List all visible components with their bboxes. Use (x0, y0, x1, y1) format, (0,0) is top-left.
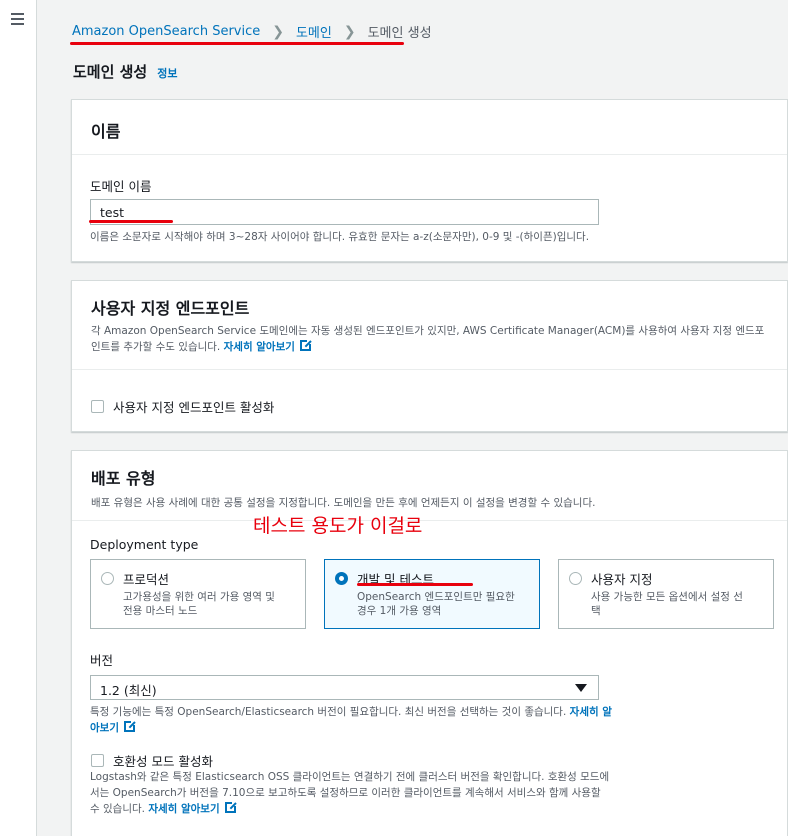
tile-dev-test[interactable]: 개발 및 테스트 OpenSearch 엔드포인트만 필요한 경우 1개 가용 … (324, 559, 540, 629)
chevron-right-icon: ❯ (343, 23, 356, 40)
external-link-icon (224, 801, 237, 813)
custom-endpoint-desc: 각 Amazon OpenSearch Service 도메인에는 자동 생성된… (91, 323, 768, 355)
breadcrumb-domains[interactable]: 도메인 (296, 22, 332, 41)
compat-mode-label: 호환성 모드 활성화 (113, 754, 213, 769)
version-hint-text: 특정 기능에는 특정 OpenSearch/Elasticsearch 버전이 … (90, 706, 567, 718)
page-title-row: 도메인 생성 정보 (73, 61, 177, 82)
name-panel: 이름 도메인 이름 test 이름은 소문자로 시작해야 하며 3~28자 사이… (71, 99, 788, 262)
deployment-type-panel: 배포 유형 배포 유형은 사용 사례에 대한 공통 설정을 지정합니다. 도메인… (71, 450, 788, 836)
annotation-text: 테스트 용도가 이걸로 (253, 515, 423, 537)
deployment-type-desc: 배포 유형은 사용 사례에 대한 공통 설정을 지정합니다. 도메인을 만든 후… (91, 497, 596, 509)
version-select[interactable]: 1.2 (최신) (90, 675, 599, 700)
custom-endpoint-header: 사용자 지정 엔드포인트 각 Amazon OpenSearch Service… (72, 281, 787, 370)
custom-endpoint-desc-text-2: 인트를 추가할 수도 있습니다. (91, 341, 221, 353)
tile-custom[interactable]: 사용자 지정 사용 가능한 모든 옵션에서 설정 선 택 (558, 559, 774, 629)
annotation-underline (357, 583, 473, 586)
custom-endpoint-desc-text: 각 Amazon OpenSearch Service 도메인에는 자동 생성된… (91, 325, 765, 337)
tile-production-desc-1: 고가용성을 위한 여러 가용 영역 및 (123, 591, 275, 603)
compat-mode-hint: Logstash와 같은 특정 Elasticsearch OSS 클라이언트는… (90, 769, 670, 817)
custom-endpoint-checkbox-label: 사용자 지정 엔드포인트 활성화 (113, 400, 275, 415)
external-link-icon (299, 339, 312, 351)
custom-endpoint-panel: 사용자 지정 엔드포인트 각 Amazon OpenSearch Service… (71, 280, 788, 432)
compat-mode-checkbox-row[interactable]: 호환성 모드 활성화 (91, 751, 213, 770)
tile-production-title: 프로덕션 (123, 572, 170, 587)
tile-production-desc: 고가용성을 위한 여러 가용 영역 및 전용 마스터 노드 (123, 590, 275, 618)
radio-production[interactable] (101, 572, 114, 585)
tile-custom-desc-1: 사용 가능한 모든 옵션에서 설정 선 (591, 591, 743, 603)
page-title: 도메인 생성 (73, 63, 148, 81)
name-panel-header: 이름 (72, 100, 787, 155)
version-hint: 특정 기능에는 특정 OpenSearch/Elasticsearch 버전이 … (90, 704, 650, 736)
tile-dev-test-desc: OpenSearch 엔드포인트만 필요한 경우 1개 가용 영역 (357, 590, 515, 618)
deployment-type-header: 배포 유형 배포 유형은 사용 사례에 대한 공통 설정을 지정합니다. 도메인… (72, 451, 787, 521)
custom-endpoint-title: 사용자 지정 엔드포인트 (91, 299, 250, 318)
version-label: 버전 (90, 653, 114, 668)
compat-mode-checkbox[interactable] (91, 754, 104, 767)
version-learn-more-link[interactable]: 자세히 알 (570, 706, 612, 718)
tile-dev-test-desc-2: 경우 1개 가용 영역 (357, 605, 442, 617)
radio-dev-test[interactable] (335, 572, 348, 585)
annotation-underline (89, 220, 173, 223)
tile-dev-test-desc-1: OpenSearch 엔드포인트만 필요한 (357, 591, 515, 603)
custom-endpoint-checkbox[interactable] (91, 400, 104, 413)
tile-custom-desc: 사용 가능한 모든 옵션에서 설정 선 택 (591, 590, 743, 618)
compat-hint-3: 수 있습니다. (90, 803, 145, 815)
caret-down-icon (575, 684, 587, 692)
chevron-right-icon: ❯ (272, 23, 284, 40)
breadcrumb: Amazon OpenSearch Service ❯ 도메인 ❯ 도메인 생성 (72, 22, 432, 42)
deployment-type-label: Deployment type (90, 537, 199, 552)
info-link[interactable]: 정보 (157, 65, 177, 81)
custom-endpoint-checkbox-row[interactable]: 사용자 지정 엔드포인트 활성화 (91, 397, 274, 416)
compat-learn-more-link[interactable]: 자세히 알아보기 (148, 803, 219, 815)
side-navigation (0, 0, 37, 836)
tile-custom-desc-2: 택 (591, 605, 601, 617)
breadcrumb-create-domain: 도메인 생성 (367, 26, 432, 41)
tile-production[interactable]: 프로덕션 고가용성을 위한 여러 가용 영역 및 전용 마스터 노드 (90, 559, 306, 629)
compat-hint-2: 서는 OpenSearch가 버전을 7.10으로 보고하도록 설정하므로 이러… (90, 787, 601, 799)
compat-hint-1: Logstash와 같은 특정 Elasticsearch OSS 클라이언트는… (90, 771, 610, 783)
tile-custom-title: 사용자 지정 (591, 572, 653, 587)
breadcrumb-opensearch-service[interactable]: Amazon OpenSearch Service (72, 24, 260, 39)
tile-production-desc-2: 전용 마스터 노드 (123, 605, 198, 617)
name-panel-title: 이름 (91, 122, 121, 141)
version-learn-more-link-cont[interactable]: 아보기 (90, 722, 119, 734)
radio-custom[interactable] (569, 572, 582, 585)
deployment-type-title: 배포 유형 (91, 469, 156, 488)
learn-more-link[interactable]: 자세히 알아보기 (224, 341, 295, 353)
domain-name-hint: 이름은 소문자로 시작해야 하며 3~28자 사이어야 합니다. 유효한 문자는… (90, 231, 590, 243)
version-select-value: 1.2 (최신) (100, 683, 157, 698)
annotation-underline (70, 42, 404, 45)
external-link-icon (123, 720, 136, 732)
menu-icon[interactable] (11, 13, 24, 28)
domain-name-label: 도메인 이름 (90, 179, 152, 194)
